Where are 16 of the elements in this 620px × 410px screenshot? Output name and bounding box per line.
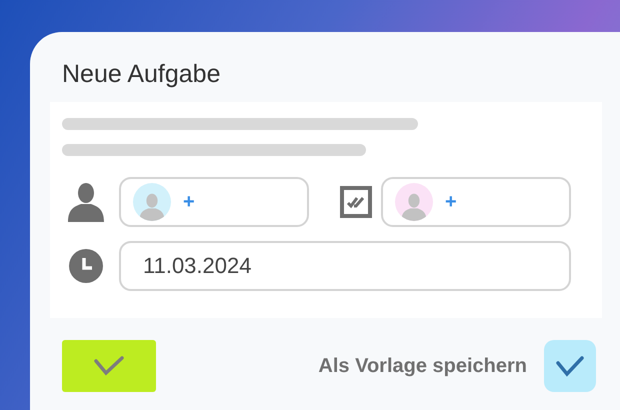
avatar-silhouette-icon xyxy=(401,192,427,220)
check-icon xyxy=(555,354,585,376)
avatar-silhouette-icon xyxy=(139,192,165,220)
assignee-field[interactable]: + xyxy=(119,176,309,226)
template-label: Als Vorlage speichern xyxy=(318,354,527,378)
assignee-field[interactable]: + xyxy=(381,176,571,226)
date-field[interactable]: 11.03.2024 xyxy=(119,240,571,290)
confirm-button[interactable] xyxy=(62,340,156,392)
template-checkbox[interactable] xyxy=(544,340,596,392)
add-label[interactable]: + xyxy=(445,186,457,216)
person-icon xyxy=(68,182,104,222)
dialog-title: Neue Aufgabe xyxy=(62,59,222,90)
clock-icon xyxy=(69,248,103,282)
check-icon xyxy=(93,354,125,376)
add-label[interactable]: + xyxy=(183,186,195,216)
double-check-icon xyxy=(340,186,372,218)
